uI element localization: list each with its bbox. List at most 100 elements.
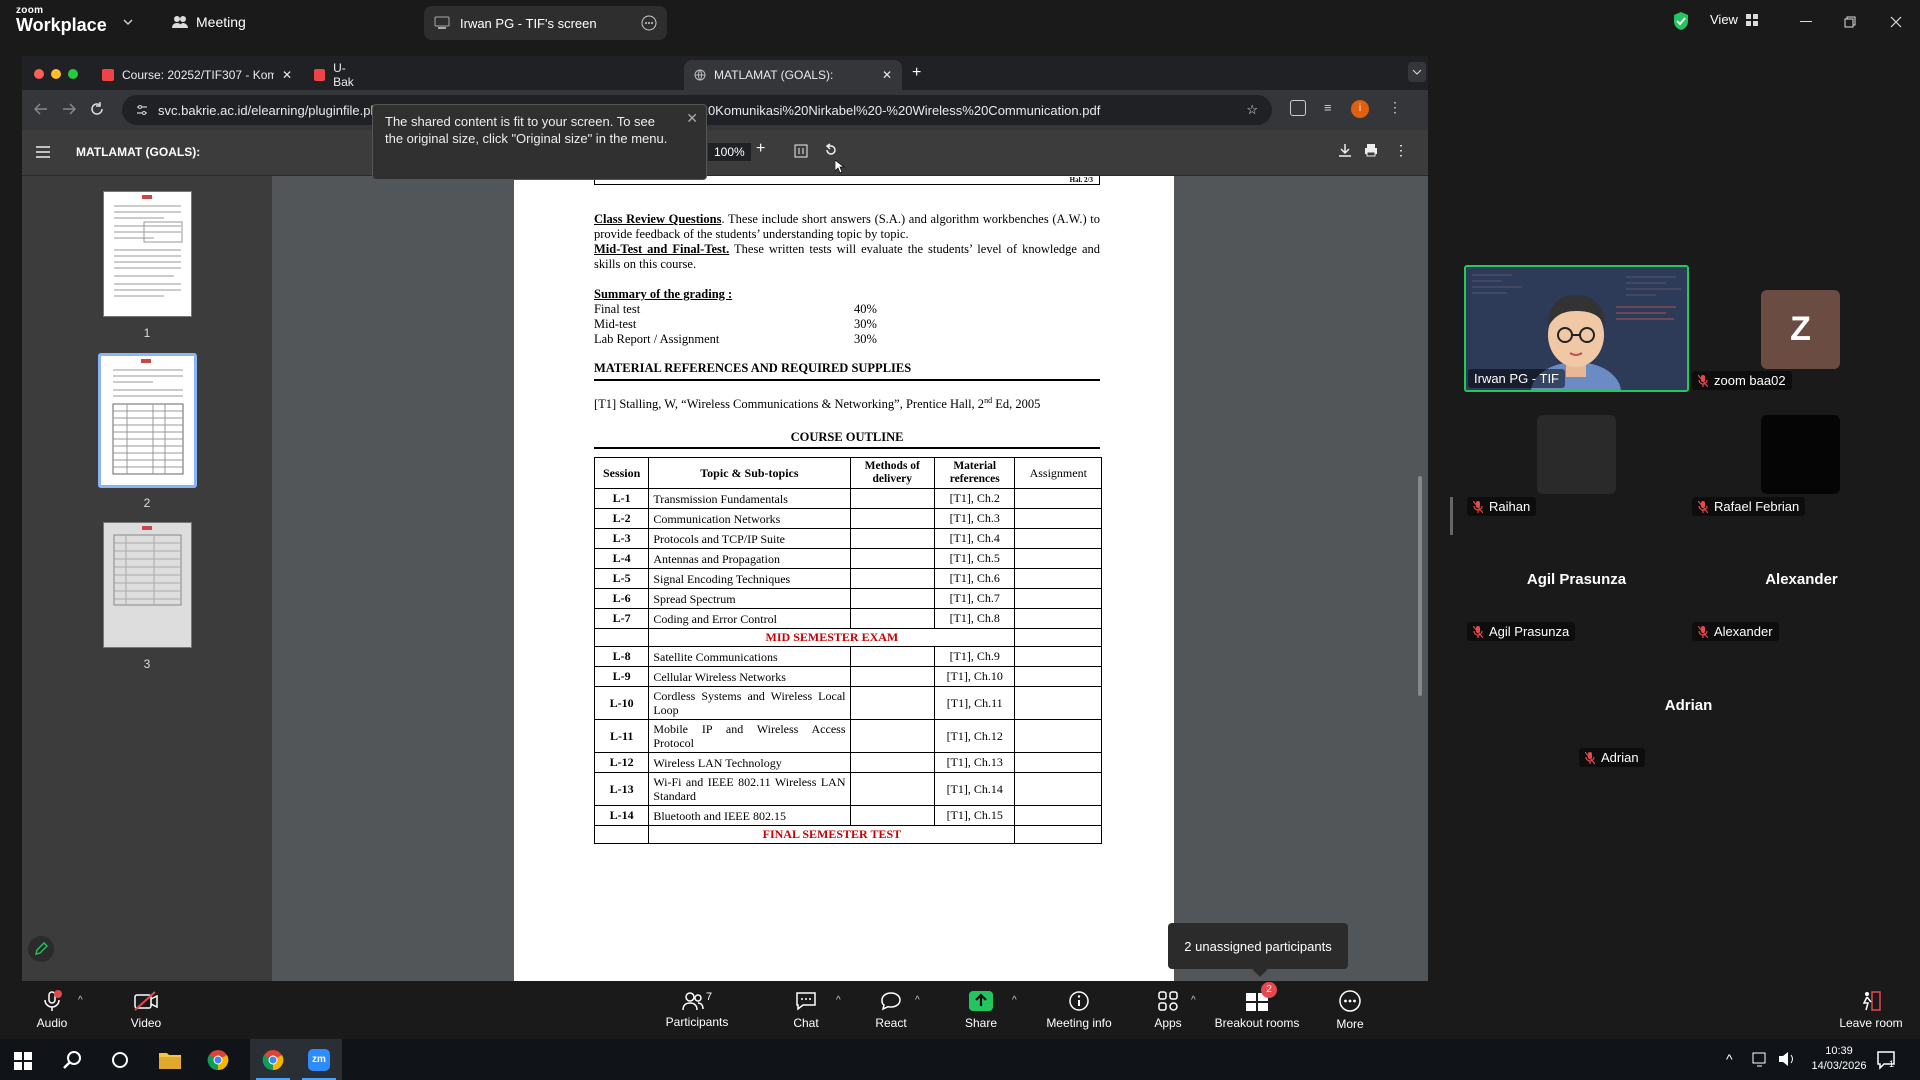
participant-tile-name: Alexander xyxy=(1765,571,1838,588)
participant-name: Alexander xyxy=(1692,622,1779,641)
page-thumbnail-3[interactable] xyxy=(103,522,192,648)
reload-icon[interactable] xyxy=(90,102,104,116)
close-window-icon[interactable] xyxy=(1876,10,1916,34)
task-view-icon[interactable] xyxy=(111,1051,129,1069)
share-screen-icon xyxy=(968,990,994,1012)
meeting-tab[interactable]: Meeting xyxy=(172,14,246,30)
browser-tab-course[interactable]: Course: 20252/TIF307 - Kom ✕ xyxy=(92,60,302,90)
page-thumbnail-1[interactable] xyxy=(103,191,192,317)
react-button[interactable]: React xyxy=(871,981,911,1039)
leave-room-button[interactable]: Leave room xyxy=(1836,981,1906,1039)
minimize-dot-icon[interactable] xyxy=(51,69,61,79)
video-button[interactable]: Video xyxy=(122,981,170,1039)
chrome-active-taskbar-item[interactable] xyxy=(250,1039,296,1080)
chevron-up-icon[interactable]: ^ xyxy=(836,995,841,1006)
tab-label: U-Bak xyxy=(333,61,354,89)
toast-close-icon[interactable]: ✕ xyxy=(686,110,698,127)
extensions-icon[interactable] xyxy=(1290,100,1306,116)
annotate-pen-icon[interactable] xyxy=(28,936,54,962)
breakout-rooms-button[interactable]: 2 Breakout rooms xyxy=(1213,981,1301,1039)
taskbar-clock[interactable]: 10:39 14/03/2026 xyxy=(1804,1044,1874,1074)
reference-cell: [T1], Ch.2 xyxy=(933,488,1016,509)
pdf-more-icon[interactable]: ⋮ xyxy=(1394,142,1408,159)
view-button[interactable]: View xyxy=(1710,12,1758,27)
tray-chevron-icon[interactable]: ^ xyxy=(1726,1051,1733,1067)
table-row: L-6 Spread Spectrum [T1], Ch.7 xyxy=(593,588,1102,609)
mic-muted-icon xyxy=(1473,625,1483,638)
share-button[interactable]: Share xyxy=(960,981,1002,1039)
tab-close-icon[interactable]: ✕ xyxy=(882,68,892,82)
pdf-thumbnail-sidebar: 1 2 3 xyxy=(22,176,272,981)
hamburger-menu-icon[interactable] xyxy=(36,146,50,158)
tab-search-icon[interactable] xyxy=(1408,62,1426,82)
browser-menu-icon[interactable]: ⋮ xyxy=(1388,99,1402,116)
print-icon[interactable] xyxy=(1364,143,1378,157)
methods-cell xyxy=(849,588,935,609)
fit-page-icon[interactable] xyxy=(794,144,808,158)
chrome-icon[interactable] xyxy=(207,1049,229,1071)
topic-cell: Cellular Wireless Networks xyxy=(648,666,851,687)
windows-start-icon[interactable] xyxy=(14,1052,32,1070)
people-icon xyxy=(172,15,188,29)
topic-cell: Satellite Communications xyxy=(648,646,851,667)
browser-tab-ubakrie[interactable]: U-Bak xyxy=(304,60,374,90)
volume-icon[interactable] xyxy=(1778,1051,1796,1067)
site-info-icon[interactable] xyxy=(136,104,148,116)
chat-button[interactable]: Chat xyxy=(786,981,826,1039)
chevron-up-icon[interactable]: ^ xyxy=(1191,995,1196,1006)
apps-button[interactable]: Apps xyxy=(1150,981,1186,1039)
more-button[interactable]: More xyxy=(1332,981,1368,1039)
breakout-label: Breakout rooms xyxy=(1214,1016,1300,1030)
heart-speech-icon xyxy=(879,990,903,1012)
page-thumbnail-2[interactable] xyxy=(98,353,197,488)
file-explorer-icon[interactable] xyxy=(158,1050,182,1070)
zoom-taskbar-item[interactable]: zm xyxy=(296,1039,342,1080)
share-screen-tab[interactable]: Irwan PG - TIF's screen xyxy=(424,6,667,40)
moodle-favicon-icon xyxy=(102,69,114,81)
share-title: Irwan PG - TIF's screen xyxy=(460,15,597,31)
audio-button[interactable]: Audio xyxy=(28,981,76,1039)
notifications-icon[interactable]: 1 xyxy=(1876,1050,1898,1070)
column-header: Methods of delivery xyxy=(849,457,935,489)
session-cell: L-2 xyxy=(593,508,650,529)
search-icon[interactable] xyxy=(62,1050,82,1070)
clock-date: 14/03/2026 xyxy=(1811,1060,1867,1072)
zoom-in-icon[interactable]: + xyxy=(756,140,765,158)
pdf-scrollbar[interactable] xyxy=(1418,476,1422,696)
shield-check-icon[interactable] xyxy=(1672,11,1690,31)
topic-cell: Communication Networks xyxy=(648,508,851,529)
maximize-dot-icon[interactable] xyxy=(68,69,78,79)
chevron-down-icon[interactable] xyxy=(122,16,134,28)
media-control-icon[interactable]: ≡ xyxy=(1324,100,1332,115)
rotate-icon[interactable] xyxy=(824,143,838,157)
apps-label: Apps xyxy=(1154,1016,1182,1030)
session-cell: L-4 xyxy=(593,548,650,569)
more-options-icon[interactable] xyxy=(641,15,657,31)
participant-name: Rafael Febrian xyxy=(1692,497,1806,516)
chevron-up-icon[interactable]: ^ xyxy=(1012,995,1017,1006)
forward-icon[interactable] xyxy=(62,102,76,116)
participant-tile-self[interactable]: Irwan PG - TIF xyxy=(1464,265,1689,392)
new-tab-icon[interactable]: + xyxy=(912,64,921,82)
chat-label: Chat xyxy=(793,1016,819,1030)
participants-button[interactable]: 7 Participants xyxy=(660,981,734,1039)
download-icon[interactable] xyxy=(1338,143,1352,157)
panel-scroll-indicator[interactable] xyxy=(1450,497,1453,535)
close-dot-icon[interactable] xyxy=(34,69,44,79)
minimize-icon[interactable] xyxy=(1786,10,1826,34)
bookmark-star-icon[interactable]: ☆ xyxy=(1246,102,1258,118)
methods-cell xyxy=(849,772,935,806)
profile-avatar[interactable]: i xyxy=(1351,100,1369,118)
pdf-toolbar: MATLAMAT (GOALS): 2 / 3 100% + ⋮ xyxy=(22,130,1428,176)
restore-icon[interactable] xyxy=(1830,10,1870,34)
chevron-up-icon[interactable]: ^ xyxy=(915,995,920,1006)
chevron-up-icon[interactable]: ^ xyxy=(78,995,83,1006)
browser-tab-matlamat[interactable]: MATLAMAT (GOALS): ✕ xyxy=(684,60,902,90)
zoom-level-input[interactable]: 100% xyxy=(708,143,751,161)
meeting-info-button[interactable]: Meeting info xyxy=(1043,981,1115,1039)
back-icon[interactable] xyxy=(34,102,48,116)
topic-cell: Wireless LAN Technology xyxy=(648,752,851,773)
assignment-cell xyxy=(1014,719,1102,753)
network-icon[interactable] xyxy=(1752,1052,1770,1068)
tab-close-icon[interactable]: ✕ xyxy=(282,68,292,82)
